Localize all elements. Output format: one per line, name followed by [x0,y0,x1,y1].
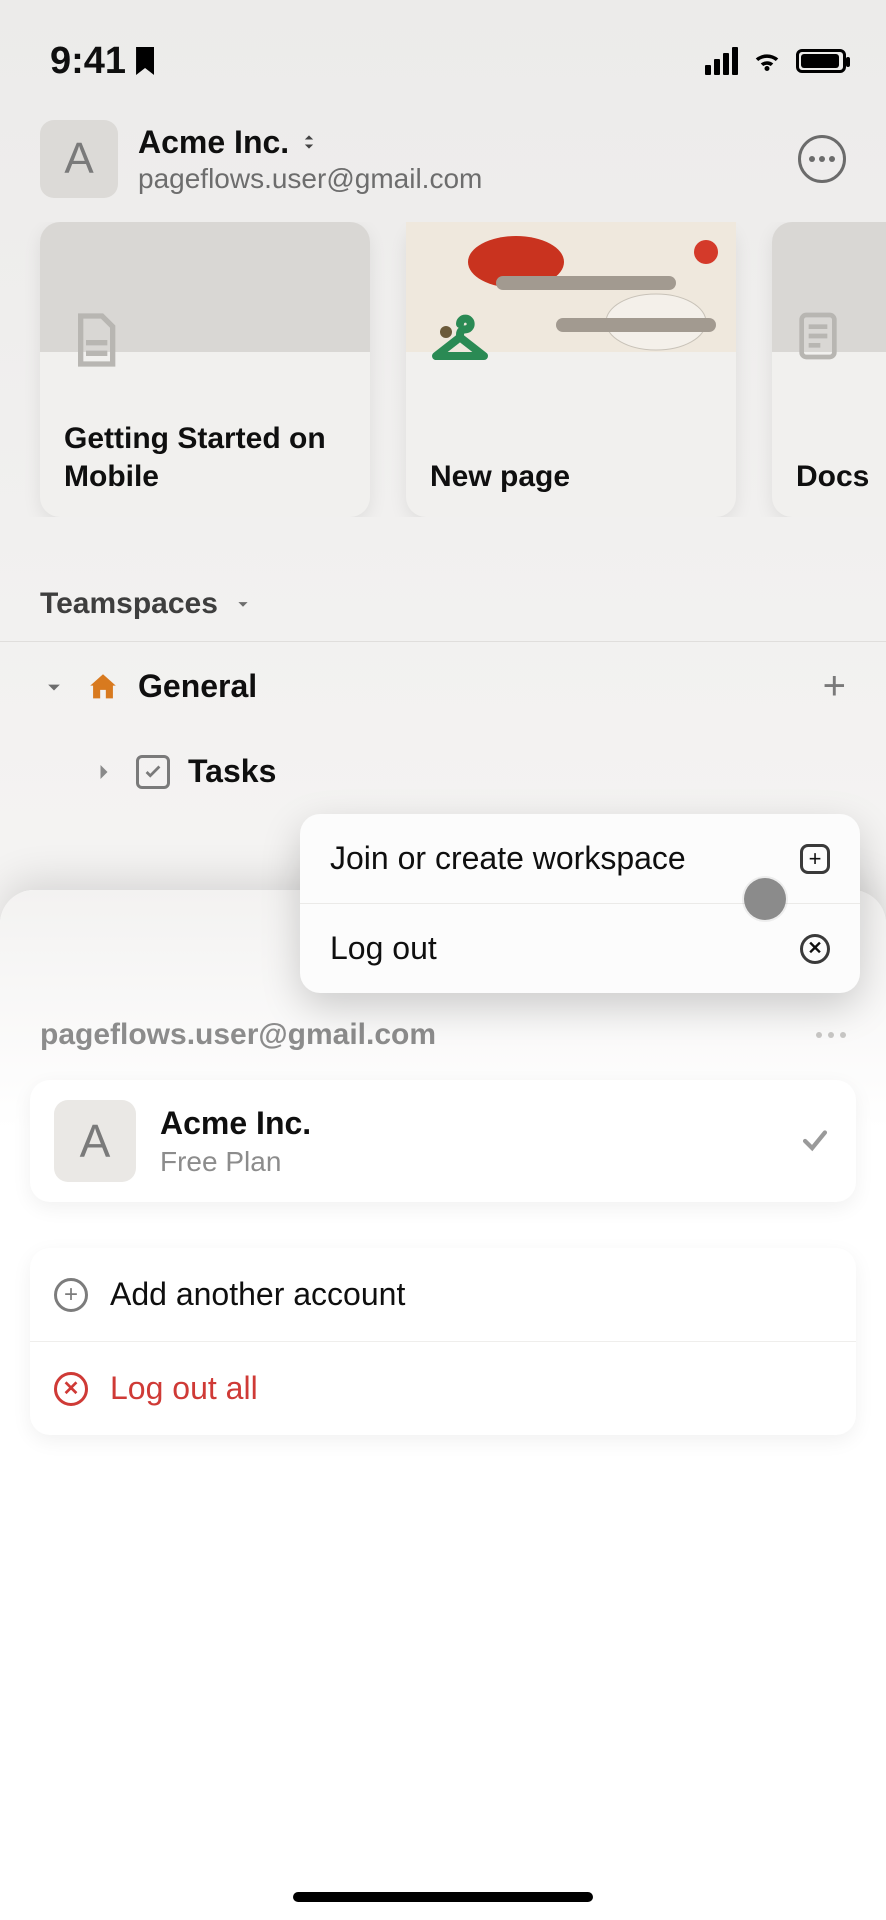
workspace-header[interactable]: A Acme Inc. pageflows.user@gmail.com [0,90,886,222]
hanger-icon [428,308,492,372]
checkbox-icon [136,755,170,789]
action-label: Log out all [110,1370,258,1407]
workspace-avatar: A [40,120,118,198]
workspace-name: Acme Inc. [138,124,289,161]
status-left: 9:41 [50,40,154,83]
account-sheet: pageflows.user@gmail.com A Acme Inc. Fre… [0,890,886,1920]
teamspace-name: General [138,668,257,705]
workspace-plan: Free Plan [160,1146,311,1178]
ellipsis-icon [809,156,835,162]
battery-icon [796,49,846,73]
account-more-button[interactable] [816,1032,846,1038]
chevron-down-icon [232,593,254,615]
teamspaces-label: Teamspaces [40,587,218,621]
plus-circle-icon: + [54,1278,88,1312]
status-right [705,46,846,76]
bookmark-icon [136,47,154,75]
recent-card[interactable]: Docs [772,222,886,517]
page-icon [62,308,126,372]
check-icon [798,1124,832,1158]
wifi-icon [752,46,782,76]
close-circle-icon: ✕ [800,934,830,964]
recent-card[interactable]: Getting Started on Mobile [40,222,370,517]
page-row-tasks[interactable]: Tasks [0,731,886,812]
card-title: Getting Started on Mobile [64,420,346,495]
menu-item-label: Join or create workspace [330,840,686,877]
add-account-button[interactable]: + Add another account [30,1248,856,1341]
recent-pages[interactable]: Getting Started on Mobile New page Docs [0,222,886,517]
cellular-icon [705,47,738,75]
chevron-right-icon [90,758,118,786]
workspace-name: Acme Inc. [160,1105,311,1142]
card-title: New page [430,458,712,496]
page-title: Tasks [188,753,276,790]
workspace-item[interactable]: A Acme Inc. Free Plan [30,1080,856,1202]
teamspace-row-general[interactable]: General + [0,641,886,731]
doc-icon [790,308,854,372]
workspace-email: pageflows.user@gmail.com [138,163,778,195]
add-page-button[interactable]: + [823,664,846,709]
more-button[interactable] [798,135,846,183]
home-icon [86,670,120,704]
account-actions: + Add another account ✕ Log out all [30,1248,856,1435]
status-bar: 9:41 [0,0,886,90]
workspace-info: Acme Inc. pageflows.user@gmail.com [138,124,778,195]
close-circle-icon: ✕ [54,1372,88,1406]
home-indicator[interactable] [293,1892,593,1902]
account-email: pageflows.user@gmail.com [40,1018,436,1052]
touch-indicator [744,878,786,920]
plus-square-icon: + [800,844,830,874]
card-title: Docs [796,458,886,496]
workspace-avatar: A [54,1100,136,1182]
status-time: 9:41 [50,40,126,83]
teamspaces-header[interactable]: Teamspaces [0,517,886,641]
chevron-down-icon [40,673,68,701]
switcher-updown-icon [299,130,319,154]
menu-item-label: Log out [330,930,437,967]
recent-card[interactable]: New page [406,222,736,517]
action-label: Add another account [110,1276,405,1313]
log-out-all-button[interactable]: ✕ Log out all [30,1341,856,1435]
